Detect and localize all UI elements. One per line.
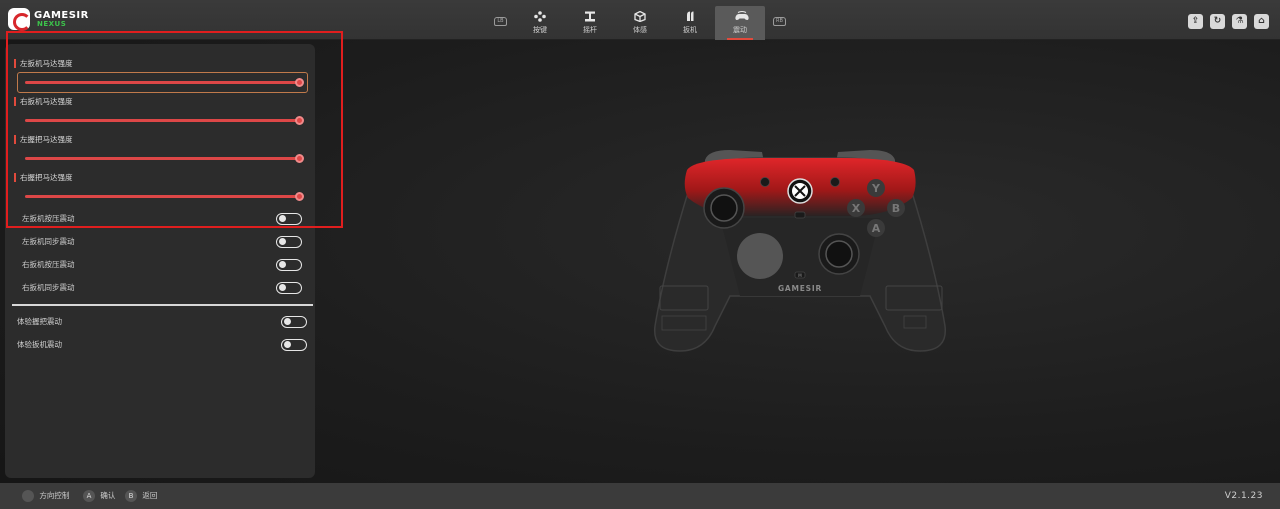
tab-trigger[interactable]: 扳机 [670,6,710,40]
toggle-row-right-trigger-press: 右扳机按压震动 [22,259,307,271]
tab-motion[interactable]: 体感 [620,6,660,40]
buttons-icon [534,11,546,22]
toggle-row-test-trigger-vibration: 体验扳机震动 [17,339,307,351]
toggle-left-trigger-sync[interactable] [276,236,302,248]
y-button-label: Y [871,182,881,195]
upload-icon[interactable]: ⇪ [1188,14,1203,29]
toggle-label: 右扳机同步震动 [22,283,75,292]
hint-back: B 返回 [125,490,157,502]
motion-icon [634,10,646,23]
bottom-bar: 方向控制 A 确认 B 返回 V2.1.23 [0,483,1280,509]
slider-right-grip-motor[interactable] [25,195,299,198]
m-button-label: M [798,273,802,278]
a-button-label: A [872,222,881,235]
slider-label-right-grip-motor: 右握把马达强度 [14,173,73,182]
vibration-icon [734,11,749,22]
lb-bumper-icon[interactable]: LB [494,17,507,26]
toggle-right-trigger-press[interactable] [276,259,302,271]
reset-icon[interactable]: ↻ [1210,14,1225,29]
home-icon[interactable]: ⌂ [1254,14,1269,29]
tab-buttons[interactable]: 按键 [520,6,560,40]
app-window: GAMESIR NEXUS LB 按键 摇杆 体感 扳机 震动 RB ⇪ ↻ ⚗… [0,0,1280,509]
dpad-icon [22,490,34,502]
toggle-test-grip-vibration[interactable] [281,316,307,328]
slider-left-trigger-motor[interactable] [25,81,299,84]
b-button-icon: B [125,490,137,502]
toggle-right-trigger-sync[interactable] [276,282,302,294]
tab-joystick[interactable]: 摇杆 [570,6,610,40]
hint-label: 确认 [100,491,116,500]
controller-brand-text: GAMESIR [778,284,822,293]
trigger-icon [684,11,696,22]
toggle-row-test-grip-vibration: 体验握把震动 [17,316,307,328]
slider-knob[interactable] [295,116,304,125]
toggle-left-trigger-press[interactable] [276,213,302,225]
toggle-label: 左扳机按压震动 [22,214,75,223]
hint-direction: 方向控制 [22,490,69,502]
toggle-row-right-trigger-sync: 右扳机同步震动 [22,282,307,294]
toggle-label: 体验握把震动 [17,317,62,326]
tab-label: 按键 [533,26,547,34]
hint-label: 返回 [142,491,158,500]
toggle-label: 左扳机同步震动 [22,237,75,246]
controller-preview: Y X B A M GAMESIR [650,146,950,352]
a-button-icon: A [83,490,95,502]
slider-knob[interactable] [295,154,304,163]
joystick-icon [584,11,596,22]
version-label: V2.1.23 [1224,491,1263,501]
slider-label-left-trigger-motor: 左扳机马达强度 [14,59,73,68]
b-button-label: B [892,202,900,215]
tab-vibration[interactable]: 震动 [715,6,765,40]
brand-sub: NEXUS [37,20,67,28]
tab-label: 摇杆 [583,26,597,34]
x-button-label: X [852,202,861,215]
slider-knob[interactable] [295,78,304,87]
tab-label: 体感 [633,26,647,34]
tab-label: 震动 [733,26,747,34]
toggle-label: 体验扳机震动 [17,340,62,349]
test-icon[interactable]: ⚗ [1232,14,1247,29]
slider-knob[interactable] [295,192,304,201]
toggle-test-trigger-vibration[interactable] [281,339,307,351]
gamesir-logo-icon [8,8,31,31]
slider-right-trigger-motor[interactable] [25,119,299,122]
toggle-row-left-trigger-sync: 左扳机同步震动 [22,236,307,248]
slider-label-right-trigger-motor: 右扳机马达强度 [14,97,73,106]
tab-label: 扳机 [683,26,697,34]
hint-label: 方向控制 [39,491,70,500]
toggle-row-left-trigger-press: 左扳机按压震动 [22,213,307,225]
toggle-label: 右扳机按压震动 [22,260,75,269]
hint-confirm: A 确认 [83,490,115,502]
section-divider [12,304,313,306]
slider-left-grip-motor[interactable] [25,157,299,160]
rb-bumper-icon[interactable]: RB [773,17,786,26]
slider-label-left-grip-motor: 左握把马达强度 [14,135,73,144]
